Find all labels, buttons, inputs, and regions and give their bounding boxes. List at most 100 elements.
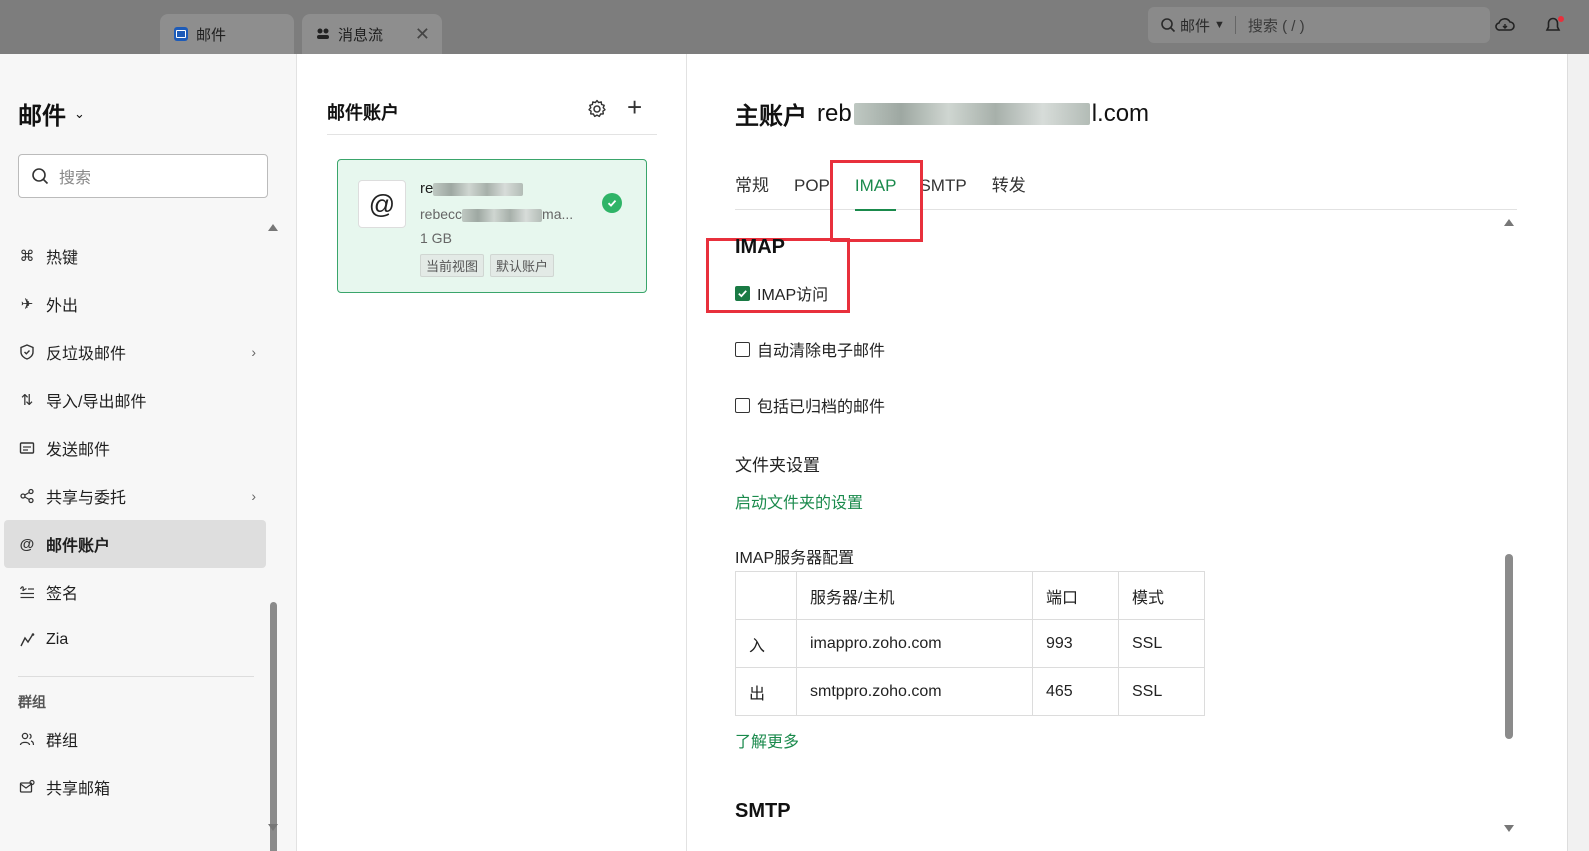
scroll-up-arrow-icon[interactable] [268,224,278,231]
sidebar-item-label: Zia [46,631,69,648]
smtp-section-title: SMTP [735,800,791,822]
account-email-end: ma... [542,206,574,222]
sidebar-item-groups[interactable]: 群组 [4,715,266,763]
sidebar-item-label: 共享与委托 [46,490,127,507]
account-card[interactable]: @ re rebecc ma... 1 GB 当前视图 默认账户 [337,159,647,293]
tab-pop[interactable]: POP [794,174,830,210]
chevron-right-icon: › [251,344,256,360]
account-avatar: @ [358,180,406,228]
check-icon [602,193,622,213]
bell-icon[interactable] [1542,14,1564,36]
global-search[interactable]: 邮件 ▼ 搜索 ( / ) [1148,7,1490,43]
table-cell: 入 [735,619,797,668]
table-header-row: 服务器/主机 端口 模式 [735,571,1205,620]
search-placeholder: 搜索 ( / ) [1247,17,1305,35]
folder-settings-link[interactable]: 启动文件夹的设置 [735,489,863,513]
signature-icon [18,583,36,601]
table-header-cell: 端口 [1032,571,1119,620]
account-name: re [420,180,524,197]
tab-general[interactable]: 常规 [735,174,769,210]
zia-icon [18,631,36,649]
email-end: l.com [1091,99,1150,127]
window-edge [1567,54,1589,851]
sidebar-item-hotkeys[interactable]: ⌘ 热键 [4,232,266,280]
tab-smtp[interactable]: SMTP [919,174,966,210]
panel-title: 邮件账户 [327,103,399,123]
close-icon[interactable]: ✕ [415,25,430,43]
at-icon: @ [19,535,35,553]
app-switcher[interactable]: 邮件 ⌄ [18,96,85,131]
chevron-down-icon: ▼ [1214,19,1225,31]
sidebar-search-input[interactable]: 搜索 [18,154,268,198]
sidebar-item-zia[interactable]: Zia [4,616,266,664]
primary-account-label: 主账户 [735,103,807,130]
tab-label: 消息流 [338,26,384,44]
table-cell: 出 [735,667,797,716]
sidebar-scrollbar[interactable] [268,224,278,851]
sidebar-item-out-of-office[interactable]: ✈ 外出 [4,280,266,328]
primary-account-email: reb l.com [817,100,1149,128]
sidebar-item-label: 导入/导出邮件 [46,394,147,411]
sidebar-item-send-mail[interactable]: 发送邮件 [4,424,266,472]
sidebar-item-shared-mailbox[interactable]: 共享邮箱 [4,763,266,811]
sidebar-item-label: 外出 [46,298,79,315]
folder-settings-heading: 文件夹设置 [735,456,820,475]
scroll-up-arrow-icon[interactable] [1504,219,1514,226]
shared-mailbox-icon [18,778,36,796]
imap-access-checkbox[interactable] [735,285,750,301]
cloud-sync-icon[interactable] [1494,14,1516,36]
checkbox-label: 包括已归档的邮件 [757,399,886,416]
default-account-tag: 默认账户 [490,254,555,277]
accounts-panel: 邮件账户 + @ re rebecc ma... 1 GB 当前视图 默认账户 [297,54,687,851]
server-config-heading: IMAP服务器配置 [735,550,855,567]
sidebar-item-label: 邮件账户 [46,538,111,555]
sidebar-item-signature[interactable]: 签名 [4,568,266,616]
imap-section-title: IMAP [735,236,785,258]
sidebar-item-mail-accounts[interactable]: @ 邮件账户 [4,520,266,568]
tab-feed[interactable]: 消息流 ✕ [302,14,442,54]
scrollbar-thumb[interactable] [270,602,277,851]
sidebar-item-sharing[interactable]: 共享与委托 › [4,472,266,520]
search-icon [32,168,49,185]
sidebar-item-label: 签名 [46,586,79,603]
search-scope-label: 邮件 [1180,17,1211,35]
airplane-icon: ✈ [20,296,34,313]
tab-label: 邮件 [196,26,227,44]
scroll-down-arrow-icon[interactable] [1504,825,1514,832]
table-row: 出 smtppro.zoho.com 465 SSL [735,667,1205,716]
highlight-box-imap-tab [830,160,923,242]
tab-forwarding[interactable]: 转发 [992,174,1026,210]
page-title: 主账户 reb l.com [735,96,1149,131]
import-export-icon: ⇅ [20,392,34,409]
divider [327,134,657,135]
auto-expunge-checkbox[interactable] [735,341,750,357]
sidebar-item-label: 群组 [46,733,79,750]
search-scope-dropdown[interactable]: 邮件 ▼ [1160,16,1236,35]
table-cell: smtppro.zoho.com [796,667,1033,716]
search-icon [1161,18,1176,33]
learn-more-link[interactable]: 了解更多 [735,728,799,752]
sidebar-item-anti-spam[interactable]: 反垃圾邮件 › [4,328,266,376]
include-archived-checkbox[interactable] [735,397,750,413]
redacted-blur [433,182,524,196]
redacted-blur [462,208,543,222]
redacted-blur [853,102,1090,125]
account-email-start: rebecc [420,206,463,222]
app-title: 邮件 [18,103,66,130]
sidebar-item-import-export[interactable]: ⇅ 导入/导出邮件 [4,376,266,424]
scrollbar-thumb[interactable] [1505,554,1513,739]
add-account-button[interactable]: + [627,94,642,120]
feed-app-icon [316,27,330,41]
tab-mail[interactable]: 邮件 [160,14,294,54]
table-header-cell: 模式 [1118,571,1205,620]
mail-app-icon [174,27,188,41]
imap-access-option[interactable]: IMAP访问 [735,281,828,305]
scroll-down-arrow-icon[interactable] [268,824,278,831]
account-name-text: re [420,180,434,197]
auto-expunge-option[interactable]: 自动清除电子邮件 [735,337,885,361]
checkbox-label: IMAP访问 [757,287,829,304]
include-archived-option[interactable]: 包括已归档的邮件 [735,393,885,417]
gear-icon[interactable] [586,98,608,120]
chevron-down-icon: ⌄ [74,105,85,121]
settings-scrollbar[interactable] [1504,219,1516,839]
